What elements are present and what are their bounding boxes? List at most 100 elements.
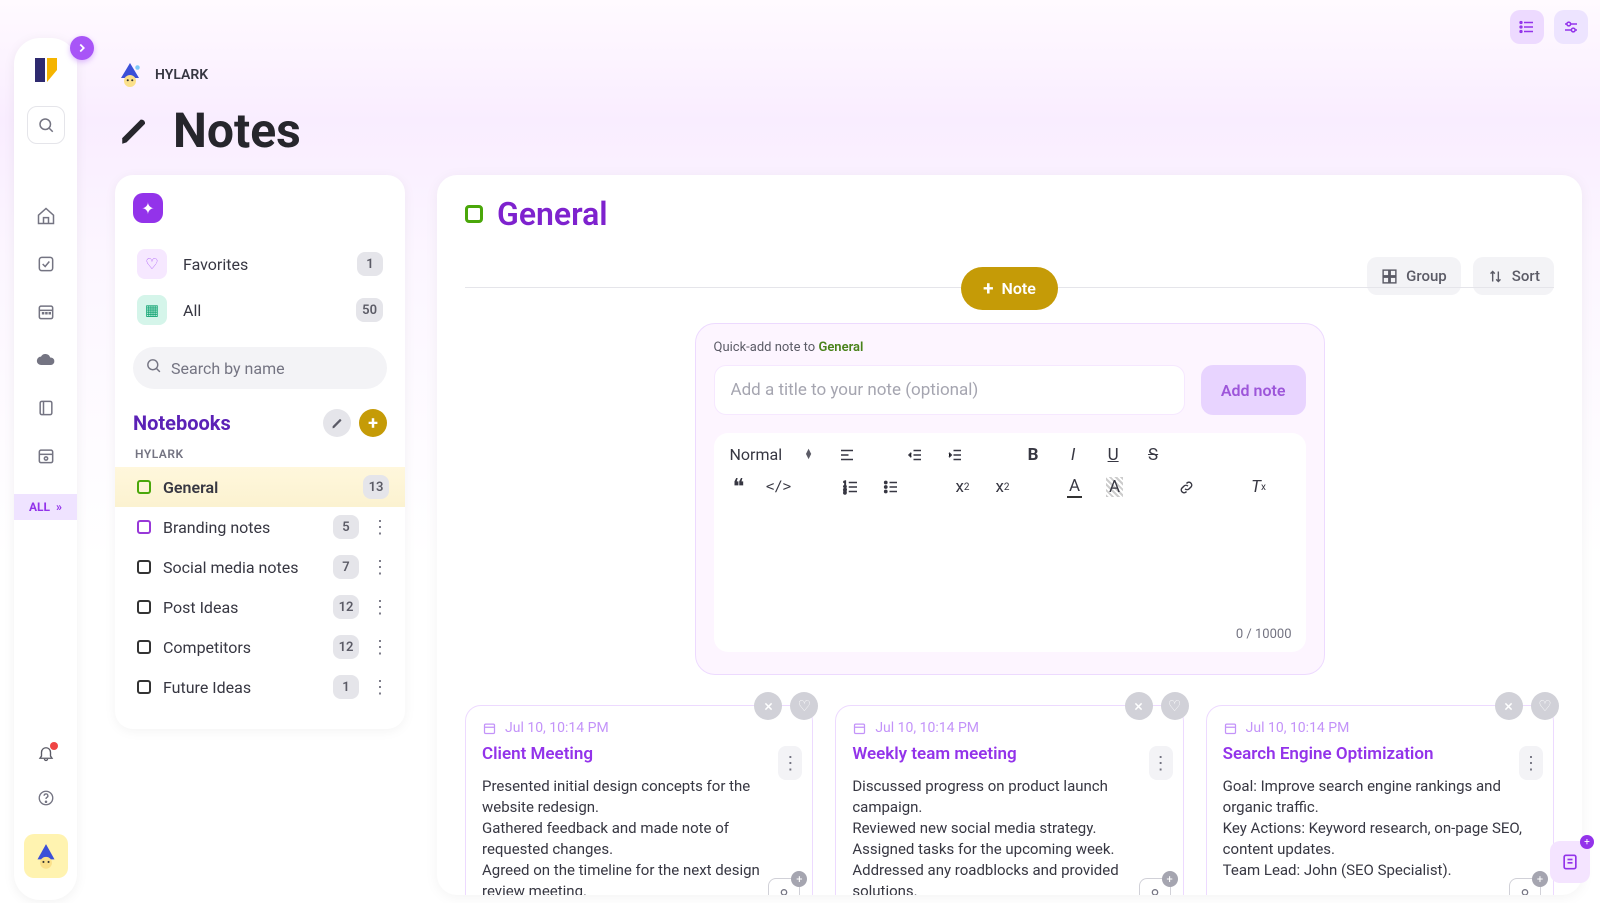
align-left-icon[interactable] (836, 444, 858, 466)
sidebar-item-general[interactable]: General13 (115, 467, 405, 507)
notebook-item-menu[interactable]: ⋮ (371, 555, 389, 579)
notebook-color-icon (137, 520, 151, 534)
rail-all-filter[interactable]: ALL » (14, 494, 77, 520)
view-list-button[interactable] (1510, 10, 1544, 44)
notebook-color-icon (137, 680, 151, 694)
rail-expand-toggle[interactable] (70, 36, 94, 60)
plus-icon: + (983, 277, 993, 300)
card-assignee-button[interactable]: + (768, 878, 800, 895)
sort-button-label: Sort (1512, 267, 1540, 285)
notebooks-heading: Notebooks (133, 411, 315, 435)
note-title-input[interactable] (714, 365, 1185, 415)
quote-icon[interactable]: ❝ (728, 476, 750, 498)
nav-book-icon[interactable] (34, 396, 58, 420)
note-card[interactable]: ♡Jul 10, 10:14 PM⋮Weekly team meetingDis… (835, 705, 1183, 895)
notebook-color-icon (137, 480, 151, 494)
page-title: Notes (173, 102, 301, 159)
sidebar-item-post-ideas[interactable]: Post Ideas12⋮ (115, 587, 405, 627)
notifications-icon[interactable] (37, 744, 55, 767)
code-icon[interactable]: </> (768, 476, 790, 498)
view-settings-button[interactable] (1554, 10, 1588, 44)
sidebar-all-notes[interactable]: ▦ All 50 (115, 287, 405, 333)
nav-cloud-icon[interactable] (34, 348, 58, 372)
strikethrough-icon[interactable]: S (1142, 444, 1164, 466)
char-counter: 0 / 10000 (714, 621, 1306, 652)
sidebar-item-social-media-notes[interactable]: Social media notes7⋮ (115, 547, 405, 587)
notification-dot (50, 742, 58, 750)
card-menu[interactable]: ⋮ (1519, 746, 1543, 780)
card-favorite-icon[interactable]: ♡ (790, 692, 818, 720)
sidebar-all-label: All (183, 301, 340, 320)
help-icon[interactable] (37, 789, 55, 812)
workspace-avatar[interactable] (24, 834, 68, 878)
search-icon (145, 357, 162, 379)
indent-increase-icon[interactable] (944, 444, 966, 466)
card-title: Search Engine Optimization (1223, 744, 1537, 764)
notebook-item-menu[interactable]: ⋮ (371, 515, 389, 539)
card-body: Presented initial design concepts for th… (482, 776, 796, 895)
notebook-item-menu[interactable]: ⋮ (371, 595, 389, 619)
card-menu[interactable]: ⋮ (1149, 746, 1173, 780)
paragraph-style-select[interactable]: Normal ▲▼ (728, 441, 819, 468)
notebook-item-menu[interactable]: ⋮ (371, 635, 389, 659)
subscript-icon[interactable]: x2 (952, 476, 974, 498)
notebook-item-label: Future Ideas (163, 678, 321, 697)
note-card[interactable]: ♡Jul 10, 10:14 PM⋮Client MeetingPresente… (465, 705, 813, 895)
card-favorite-icon[interactable]: ♡ (1161, 692, 1189, 720)
nav-event-icon[interactable] (34, 444, 58, 468)
superscript-icon[interactable]: x2 (992, 476, 1014, 498)
nav-tasks-icon[interactable] (34, 252, 58, 276)
nav-calendar-icon[interactable] (34, 300, 58, 324)
edit-notebooks-button[interactable] (323, 409, 351, 437)
bold-icon[interactable]: B (1022, 444, 1044, 466)
sidebar-item-competitors[interactable]: Competitors12⋮ (115, 627, 405, 667)
quick-add-caption-prefix: Quick-add note to (714, 340, 819, 355)
card-favorite-icon[interactable]: ♡ (1531, 692, 1559, 720)
card-expand-icon[interactable] (1125, 692, 1153, 720)
svg-text:3: 3 (843, 490, 846, 496)
highlight-icon[interactable]: A (1104, 476, 1126, 498)
clear-format-icon[interactable]: Tx (1248, 476, 1270, 498)
notebook-item-menu[interactable]: ⋮ (371, 675, 389, 699)
sidebar-favorites[interactable]: ♡ Favorites 1 (115, 241, 405, 287)
page-header: HYLARK Notes (115, 60, 301, 159)
indent-decrease-icon[interactable] (904, 444, 926, 466)
sidebar-item-branding-notes[interactable]: Branding notes5⋮ (115, 507, 405, 547)
ordered-list-icon[interactable]: 123 (840, 476, 862, 498)
notebook-item-count: 12 (333, 595, 359, 619)
note-card[interactable]: ♡Jul 10, 10:14 PM⋮Search Engine Optimiza… (1206, 705, 1554, 895)
card-assignee-button[interactable]: + (1139, 878, 1171, 895)
text-color-icon[interactable]: A (1064, 476, 1086, 498)
underline-icon[interactable]: U (1102, 444, 1124, 466)
plus-badge-icon: + (1580, 835, 1594, 849)
grid-icon: ▦ (137, 295, 167, 325)
card-body: Goal: Improve search engine rankings and… (1223, 776, 1537, 881)
breadcrumb[interactable]: HYLARK (115, 60, 301, 90)
sidebar-search-input[interactable] (133, 347, 387, 389)
new-note-label: Note (1002, 279, 1036, 298)
sidebar-brand-label: HYLARK (115, 443, 405, 467)
add-notebook-button[interactable]: + (359, 409, 387, 437)
italic-icon[interactable]: I (1062, 444, 1084, 466)
card-expand-icon[interactable] (754, 692, 782, 720)
pencil-icon (115, 111, 155, 151)
notebook-item-label: Social media notes (163, 558, 321, 577)
unordered-list-icon[interactable] (880, 476, 902, 498)
floating-compose-button[interactable]: + (1550, 841, 1590, 883)
card-assignee-button[interactable]: + (1509, 878, 1541, 895)
notebook-item-count: 12 (333, 635, 359, 659)
editor-textarea[interactable] (714, 506, 1306, 621)
add-note-button[interactable]: Add note (1201, 365, 1306, 415)
new-note-button[interactable]: + Note (961, 267, 1058, 310)
app-logo[interactable] (30, 54, 62, 86)
card-menu[interactable]: ⋮ (778, 746, 802, 780)
link-icon[interactable] (1176, 476, 1198, 498)
sidebar-home-tile[interactable]: ✦ (133, 193, 163, 223)
quick-add-caption-notebook: General (818, 340, 863, 355)
sidebar-item-future-ideas[interactable]: Future Ideas1⋮ (115, 667, 405, 707)
sidebar-favorites-count: 1 (357, 252, 383, 276)
rail-search-button[interactable] (27, 106, 65, 144)
card-expand-icon[interactable] (1495, 692, 1523, 720)
nav-home-icon[interactable] (34, 204, 58, 228)
rich-text-editor[interactable]: Normal ▲▼ B I U S ❝ </> 123 x2 (714, 433, 1306, 652)
